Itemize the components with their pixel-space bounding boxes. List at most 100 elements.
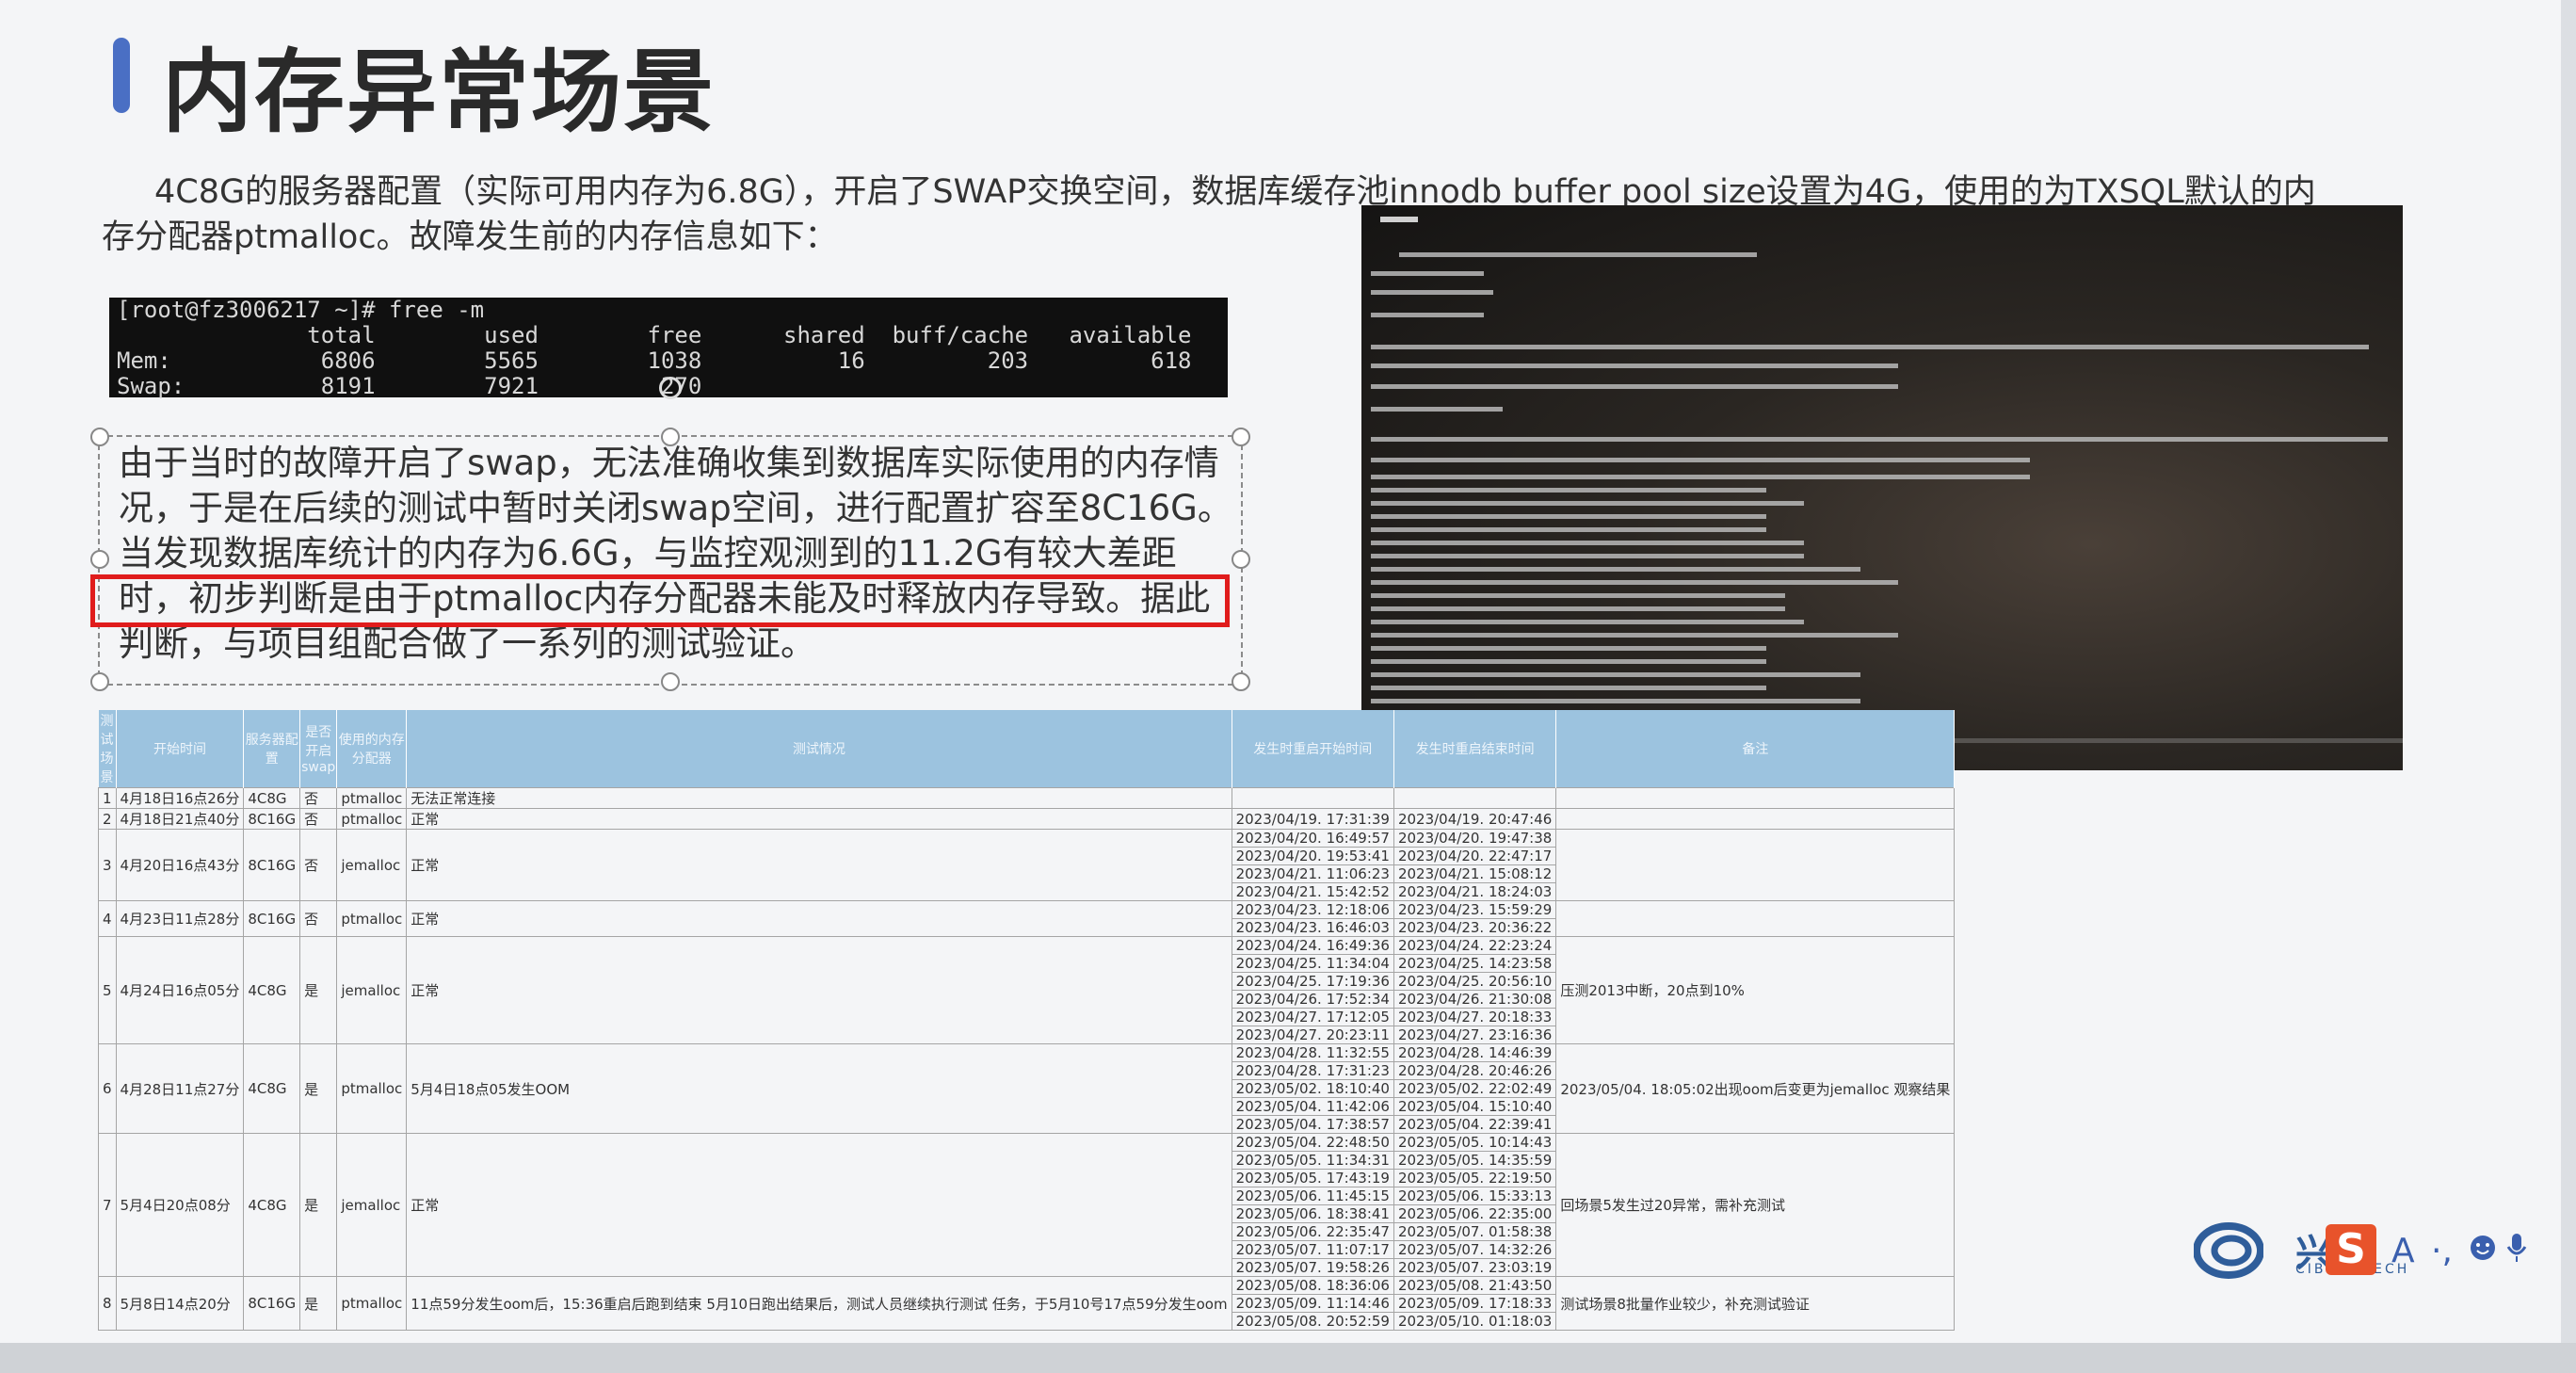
table-cell: 4C8G xyxy=(243,1043,301,1134)
table-cell: 4月18日21点40分 xyxy=(115,808,245,830)
ime-logo-icon[interactable]: S xyxy=(2326,1224,2376,1275)
table-cell: 2023/05/06. 15:33:13 xyxy=(1393,1187,1557,1205)
table-cell: 2023/05/02. 18:10:40 xyxy=(1231,1079,1394,1098)
table-cell: 2023/05/05. 10:14:43 xyxy=(1393,1133,1557,1152)
table-cell: 测试场景8批量作业较少，补充测试验证 xyxy=(1555,1276,1956,1331)
table-cell: ptmalloc xyxy=(336,1276,408,1331)
test-results-table: 测试场景 开始时间 服务器配置 是否开启swap 使用的内存分配器 测试情况 发… xyxy=(98,710,1956,1331)
table-cell: 2023/05/04. 17:38:57 xyxy=(1231,1115,1394,1134)
table-cell: 2023/05/05. 14:35:59 xyxy=(1393,1151,1557,1170)
table-cell: jemalloc xyxy=(336,936,408,1044)
table-header: 备注 xyxy=(1555,710,1956,788)
resize-handle[interactable] xyxy=(90,550,109,569)
title-accent-bar xyxy=(113,38,130,113)
table-cell: 2023/04/25. 11:34:04 xyxy=(1231,954,1394,973)
table-cell: 4月20日16点43分 xyxy=(115,829,245,901)
table-cell: 压测2013中断，20点到10% xyxy=(1555,936,1956,1044)
table-cell: 2023/05/06. 11:45:15 xyxy=(1231,1187,1394,1205)
table-cell: 5 xyxy=(98,936,117,1044)
ime-mode-label[interactable]: A xyxy=(2391,1232,2415,1270)
presentation-slide: 内存异常场景 4C8G的服务器配置（实际可用内存为6.8G），开启了SWAP交换… xyxy=(0,0,2561,1343)
table-cell: 2023/05/08. 21:43:50 xyxy=(1393,1276,1557,1295)
resize-handle[interactable] xyxy=(661,672,680,691)
table-cell: 6 xyxy=(98,1043,117,1134)
table-cell: 2023/05/07. 19:58:26 xyxy=(1231,1258,1394,1277)
table-cell: 2023/05/09. 11:14:46 xyxy=(1231,1294,1394,1313)
table-row: 7 5月4日20点08分 4C8G 是 jemalloc 正常 2023/05/04. 22… xyxy=(98,1133,1956,1277)
table-cell: 2023/05/06. 22:35:00 xyxy=(1393,1204,1557,1223)
mic-icon[interactable] xyxy=(2506,1232,2527,1264)
table-cell: 4C8G xyxy=(243,936,301,1044)
table-cell: 2023/05/07. 01:58:38 xyxy=(1393,1222,1557,1241)
table-cell: 2023/04/25. 14:23:58 xyxy=(1393,954,1557,973)
table-cell: 2023/04/28. 17:31:23 xyxy=(1231,1061,1394,1080)
table-cell: 2023/05/08. 18:36:06 xyxy=(1231,1276,1394,1295)
cursor-icon xyxy=(659,377,682,399)
table-cell: 正常 xyxy=(406,900,1232,937)
table-row: 1 4月18日16点26分 4C8G 否 ptmalloc 无法正常连接 xyxy=(98,787,1956,809)
bottom-strip xyxy=(0,1343,2576,1373)
table-cell: 是 xyxy=(299,1133,338,1277)
table-cell: 5月4日20点08分 xyxy=(115,1133,245,1277)
table-cell: 2023/05/07. 14:32:26 xyxy=(1393,1240,1557,1259)
emoji-icon[interactable] xyxy=(2469,1234,2497,1262)
table-cell: 2023/05/04. 18:05:02出现oom后变更为jemalloc 观察… xyxy=(1555,1043,1956,1134)
table-cell: 3 xyxy=(98,829,117,901)
table-row: 3 4月20日16点43分 8C16G 否 jemalloc 正常 2023/04/20. … xyxy=(98,829,1956,901)
sql-console-screenshot xyxy=(1361,205,2403,770)
table-cell: 2023/04/27. 17:12:05 xyxy=(1231,1008,1394,1026)
table-header: 服务器配置 xyxy=(243,710,301,788)
highlight-box xyxy=(90,574,1230,627)
table-header: 发生时重启开始时间 xyxy=(1232,710,1394,788)
table-cell: 2023/04/23. 12:18:06 xyxy=(1231,900,1394,919)
resize-handle[interactable] xyxy=(1232,672,1250,691)
table-cell: 2023/04/27. 20:18:33 xyxy=(1393,1008,1557,1026)
table-cell: 8C16G xyxy=(243,829,301,901)
ime-toolbar[interactable]: S A ·, xyxy=(2326,1220,2561,1281)
table-cell: 2023/04/20. 16:49:57 xyxy=(1231,829,1394,848)
table-cell: 4C8G xyxy=(243,787,301,809)
table-cell: ptmalloc xyxy=(336,900,408,937)
table-cell: 2023/04/20. 22:47:17 xyxy=(1393,847,1557,865)
table-cell xyxy=(1555,829,1956,901)
table-cell xyxy=(1393,787,1557,809)
table-cell: 是 xyxy=(299,936,338,1044)
table-cell: 2023/04/28. 20:46:26 xyxy=(1393,1061,1557,1080)
table-cell: 2023/05/04. 11:42:06 xyxy=(1231,1097,1394,1116)
table-cell: 2 xyxy=(98,808,117,830)
table-cell: 5月8日14点20分 xyxy=(115,1276,245,1331)
table-cell: 2023/05/04. 22:39:41 xyxy=(1393,1115,1557,1134)
table-cell: 2023/05/05. 17:43:19 xyxy=(1231,1169,1394,1187)
table-cell: 正常 xyxy=(406,829,1232,901)
terminal-line: [root@fz3006217 ~]# free -m xyxy=(117,297,485,323)
table-cell: 否 xyxy=(299,808,338,830)
table-cell: 4月24日16点05分 xyxy=(115,936,245,1044)
resize-handle[interactable] xyxy=(90,672,109,691)
table-cell: 2023/05/05. 11:34:31 xyxy=(1231,1151,1394,1170)
table-cell: 否 xyxy=(299,829,338,901)
table-cell: 是 xyxy=(299,1276,338,1331)
table-cell: 8 xyxy=(98,1276,117,1331)
table-cell: 回场景5发生过20异常，需补充测试 xyxy=(1555,1133,1956,1277)
table-cell: 否 xyxy=(299,787,338,809)
table-cell: 2023/04/26. 17:52:34 xyxy=(1231,990,1394,1009)
table-cell: 4月28日11点27分 xyxy=(115,1043,245,1134)
table-cell: 2023/05/10. 01:18:03 xyxy=(1393,1312,1557,1331)
table-cell: 2023/05/05. 22:19:50 xyxy=(1393,1169,1557,1187)
table-cell: 2023/04/23. 20:36:22 xyxy=(1393,918,1557,937)
textbox-content[interactable]: 由于当时的故障开启了swap，无法准确收集到数据库实际使用的内存情况，于是在后续… xyxy=(119,441,1239,667)
table-cell: 是 xyxy=(299,1043,338,1134)
table-cell: 2023/04/27. 23:16:36 xyxy=(1393,1026,1557,1044)
resize-handle[interactable] xyxy=(90,428,109,446)
ime-punctuation-icon[interactable]: ·, xyxy=(2431,1232,2453,1270)
table-cell: 11点59分发生oom后，15:36重启后跑到结束 5月10日跑出结果后，测试人… xyxy=(406,1276,1232,1331)
table-cell: 2023/05/07. 23:03:19 xyxy=(1393,1258,1557,1277)
table-cell: 8C16G xyxy=(243,1276,301,1331)
table-cell: 2023/05/04. 15:10:40 xyxy=(1393,1097,1557,1116)
table-cell: 2023/05/02. 22:02:49 xyxy=(1393,1079,1557,1098)
table-cell: 2023/04/23. 16:46:03 xyxy=(1231,918,1394,937)
table-row: 2 4月18日21点40分 8C16G 否 ptmalloc 正常 2023/04/19. … xyxy=(98,808,1956,830)
table-cell: 8C16G xyxy=(243,900,301,937)
table-row: 8 5月8日14点20分 8C16G 是 ptmalloc 11点59分发生oom后，15… xyxy=(98,1276,1956,1331)
table-cell: 2023/04/19. 17:31:39 xyxy=(1231,808,1394,830)
